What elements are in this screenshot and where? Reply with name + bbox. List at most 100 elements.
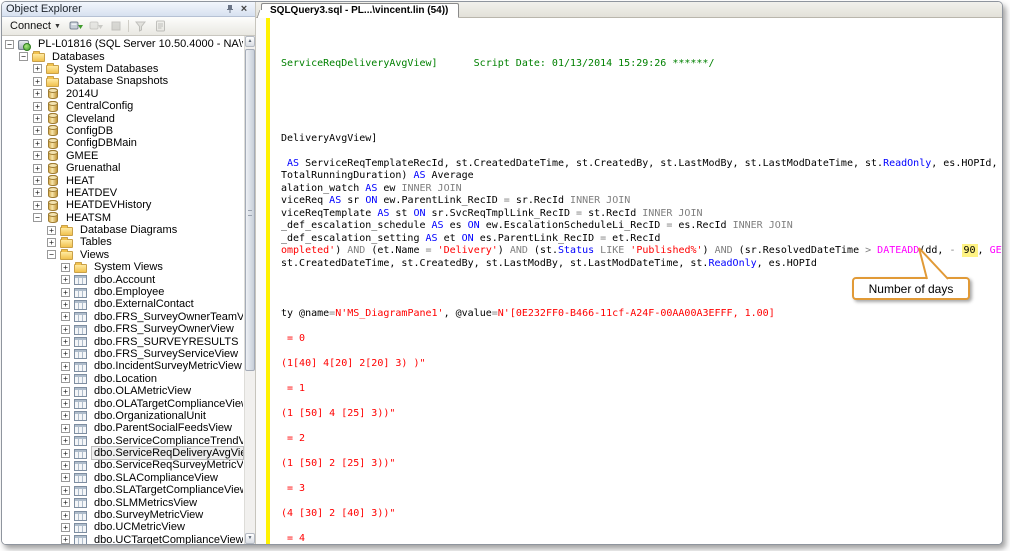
expand-icon[interactable]: + — [61, 275, 70, 284]
expand-icon[interactable]: + — [33, 164, 42, 173]
expand-icon[interactable]: + — [61, 535, 70, 544]
view-icon — [74, 411, 87, 421]
tree-item[interactable]: +dbo.UCTargetComplianceView — [2, 534, 244, 544]
tree-item[interactable]: +dbo.OLAMetricView — [2, 385, 244, 397]
tree-item[interactable]: +2014U — [2, 88, 244, 100]
tree-item[interactable]: +dbo.ServiceReqSurveyMetricView — [2, 459, 244, 471]
script-icon[interactable] — [153, 19, 169, 33]
expand-icon[interactable]: + — [61, 523, 70, 532]
tree-item[interactable]: +Database Snapshots — [2, 75, 244, 87]
tree-item[interactable]: +dbo.FRS_SurveyOwnerView — [2, 323, 244, 335]
expand-icon[interactable]: + — [33, 139, 42, 148]
tree-item[interactable]: +dbo.FRS_SurveyServiceView — [2, 348, 244, 360]
tree-item[interactable]: −Views — [2, 249, 244, 261]
scrollbar-thumb[interactable] — [245, 49, 255, 371]
expand-icon[interactable]: + — [61, 411, 70, 420]
tree-item[interactable]: +dbo.FRS_SurveyOwnerTeamView — [2, 311, 244, 323]
expand-icon[interactable]: + — [61, 263, 70, 272]
tree-item[interactable]: +Gruenathal — [2, 162, 244, 174]
tree-item[interactable]: +System Databases — [2, 63, 244, 75]
connect-icon[interactable] — [68, 19, 84, 33]
tree-item[interactable]: −Databases — [2, 50, 244, 62]
tree-item[interactable]: +System Views — [2, 261, 244, 273]
expand-icon[interactable]: + — [61, 337, 70, 346]
expand-icon[interactable]: + — [33, 151, 42, 160]
tree-scrollbar[interactable]: ▲ ▼ — [244, 36, 255, 544]
expand-icon[interactable]: + — [61, 362, 70, 371]
filter-icon[interactable] — [133, 19, 149, 33]
object-tree[interactable]: −PL-L01816 (SQL Server 10.50.4000 - NA\v… — [2, 38, 244, 544]
expand-icon[interactable]: + — [61, 300, 70, 309]
tree-item[interactable]: +ConfigDB — [2, 125, 244, 137]
tree-item[interactable]: +HEAT — [2, 174, 244, 186]
stop-icon[interactable] — [108, 19, 124, 33]
expand-icon[interactable]: + — [61, 498, 70, 507]
collapse-icon[interactable]: − — [5, 40, 14, 49]
tree-item[interactable]: +dbo.UCMetricView — [2, 521, 244, 533]
connect-button[interactable]: Connect ▼ — [7, 19, 64, 33]
expand-icon[interactable]: + — [61, 473, 70, 482]
expand-icon[interactable]: + — [33, 126, 42, 135]
scrollbar-up-arrow[interactable]: ▲ — [245, 36, 255, 47]
expand-icon[interactable]: + — [61, 312, 70, 321]
expand-icon[interactable]: + — [61, 449, 70, 458]
expand-icon[interactable]: + — [33, 102, 42, 111]
close-icon[interactable]: × — [237, 3, 251, 15]
expand-icon[interactable]: + — [33, 176, 42, 185]
tree-item[interactable]: +dbo.SLMMetricsView — [2, 496, 244, 508]
tree-item[interactable]: +HEATDEVHistory — [2, 199, 244, 211]
expand-icon[interactable]: + — [33, 114, 42, 123]
tree-item[interactable]: +dbo.ServiceComplianceTrendView — [2, 435, 244, 447]
code-line — [281, 120, 1002, 133]
expand-icon[interactable]: + — [33, 89, 42, 98]
tree-item[interactable]: +dbo.SLATargetComplianceView — [2, 484, 244, 496]
tab-sqlquery3[interactable]: SQLQuery3.sql - PL...\vincent.lin (54)) — [261, 3, 459, 18]
expand-icon[interactable]: + — [61, 486, 70, 495]
expand-icon[interactable]: + — [33, 64, 42, 73]
expand-icon[interactable]: + — [33, 77, 42, 86]
tree-item[interactable]: +ConfigDBMain — [2, 137, 244, 149]
tree-item[interactable]: +dbo.ParentSocialFeedsView — [2, 422, 244, 434]
disconnect-icon[interactable] — [88, 19, 104, 33]
tree-item[interactable]: +dbo.Employee — [2, 286, 244, 298]
tree-item[interactable]: +HEATDEV — [2, 187, 244, 199]
expand-icon[interactable]: + — [61, 374, 70, 383]
tree-item[interactable]: −PL-L01816 (SQL Server 10.50.4000 - NA\v… — [2, 38, 244, 50]
expand-icon[interactable]: + — [61, 288, 70, 297]
expand-icon[interactable]: + — [61, 424, 70, 433]
tree-item[interactable]: +dbo.ServiceReqDeliveryAvgView — [2, 447, 244, 459]
expand-icon[interactable]: + — [61, 399, 70, 408]
tree-item[interactable]: +Database Diagrams — [2, 224, 244, 236]
expand-icon[interactable]: + — [33, 188, 42, 197]
expand-icon[interactable]: + — [47, 226, 56, 235]
tree-item[interactable]: +dbo.FRS_SURVEYRESULTS — [2, 335, 244, 347]
db-icon — [48, 125, 58, 136]
tree-item[interactable]: +CentralConfig — [2, 100, 244, 112]
tree-item[interactable]: +dbo.SurveyMetricView — [2, 509, 244, 521]
pin-icon[interactable] — [223, 3, 237, 15]
tree-item[interactable]: +dbo.ExternalContact — [2, 298, 244, 310]
expand-icon[interactable]: + — [61, 349, 70, 358]
expand-icon[interactable]: + — [61, 461, 70, 470]
tree-item[interactable]: +dbo.Location — [2, 373, 244, 385]
expand-icon[interactable]: + — [61, 325, 70, 334]
tree-item[interactable]: −HEATSM — [2, 211, 244, 223]
tree-item[interactable]: +Tables — [2, 236, 244, 248]
expand-icon[interactable]: + — [61, 511, 70, 520]
collapse-icon[interactable]: − — [19, 52, 28, 61]
tree-item[interactable]: +dbo.OLATargetComplianceView — [2, 397, 244, 409]
collapse-icon[interactable]: − — [47, 250, 56, 259]
tree-item[interactable]: +dbo.Account — [2, 273, 244, 285]
tree-item[interactable]: +dbo.SLAComplianceView — [2, 472, 244, 484]
tree-item[interactable]: +dbo.OrganizationalUnit — [2, 410, 244, 422]
tree-item[interactable]: +dbo.IncidentSurveyMetricView — [2, 360, 244, 372]
expand-icon[interactable]: + — [61, 436, 70, 445]
scrollbar-down-arrow[interactable]: ▼ — [245, 533, 255, 544]
view-icon — [74, 523, 87, 533]
expand-icon[interactable]: + — [47, 238, 56, 247]
collapse-icon[interactable]: − — [33, 213, 42, 222]
tree-item[interactable]: +Cleveland — [2, 112, 244, 124]
expand-icon[interactable]: + — [61, 387, 70, 396]
tree-item[interactable]: +GMEE — [2, 150, 244, 162]
expand-icon[interactable]: + — [33, 201, 42, 210]
